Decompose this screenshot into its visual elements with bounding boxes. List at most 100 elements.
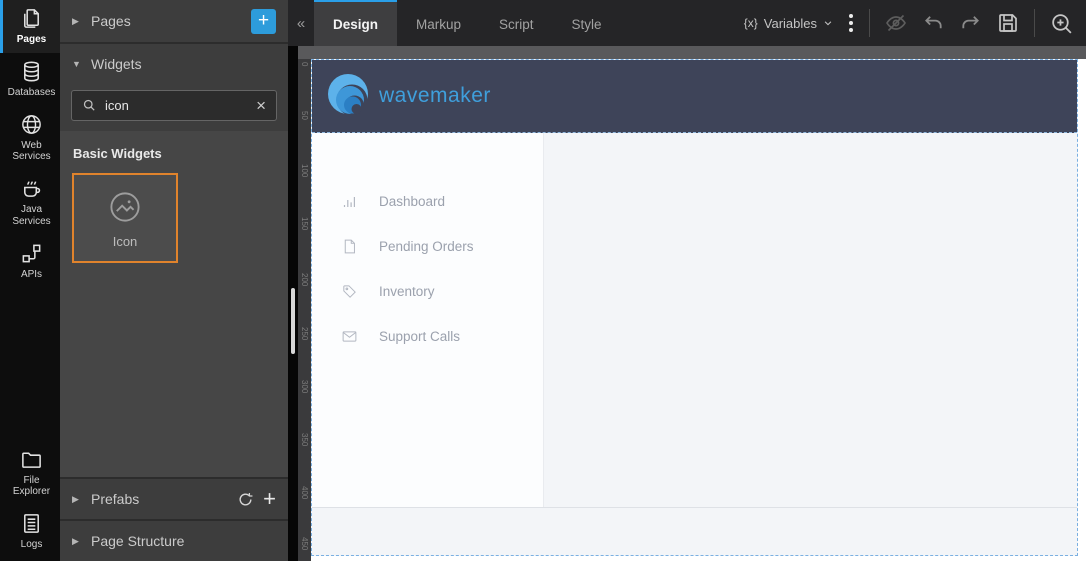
sidebar-item-pages[interactable]: Pages	[0, 0, 60, 53]
more-options-icon[interactable]	[847, 14, 855, 32]
tab-style[interactable]: Style	[553, 0, 621, 46]
tab-label: Style	[571, 16, 602, 32]
design-canvas[interactable]: wavemaker Dashboard Pending Orders Inven…	[311, 59, 1078, 556]
widget-search-box[interactable]: ×	[71, 90, 277, 121]
database-icon	[20, 60, 43, 83]
ruler-label: 50	[300, 111, 309, 120]
tab-label: Design	[333, 16, 379, 32]
collapse-panel-icon[interactable]: «	[288, 0, 314, 46]
add-prefab-button[interactable]: +	[263, 488, 276, 510]
ruler-label: 0	[300, 62, 309, 67]
toolbar-right-group: {x} Variables	[744, 0, 1086, 46]
ruler-label: 450	[300, 537, 309, 551]
undo-icon[interactable]	[922, 12, 945, 35]
app-content-area[interactable]	[544, 133, 1077, 507]
app-footer-widget[interactable]	[312, 507, 1077, 555]
sidebar-item-file-explorer[interactable]: File Explorer	[0, 441, 60, 506]
nav-item-support-calls[interactable]: Support Calls	[312, 314, 543, 359]
caret-right-icon: ▶	[72, 493, 79, 504]
pages-section-header[interactable]: ▶ Pages +	[60, 0, 288, 44]
top-toolbar: « Design Markup Script Style {x} Variabl…	[288, 0, 1086, 46]
sidebar-item-label: Pages	[16, 34, 47, 45]
search-icon	[82, 98, 97, 113]
widgets-section-label: Widgets	[91, 56, 142, 72]
ruler-label: 350	[300, 433, 309, 447]
caret-right-icon: ▶	[72, 15, 79, 26]
sidebar-item-label: File Explorer	[12, 474, 51, 498]
nav-item-label: Inventory	[379, 284, 435, 299]
toolbar-divider	[869, 9, 870, 37]
image-placeholder-icon	[106, 188, 144, 226]
add-page-button[interactable]: +	[251, 8, 276, 34]
prefabs-section-header[interactable]: ▶ Prefabs +	[60, 477, 288, 519]
refresh-icon[interactable]	[237, 491, 254, 508]
ruler-label: 400	[300, 486, 309, 500]
sidebar-item-label: Databases	[7, 86, 56, 98]
coffee-cup-icon	[20, 177, 43, 200]
tab-markup[interactable]: Markup	[397, 0, 480, 46]
panel-scrollbar[interactable]	[291, 288, 295, 354]
chevron-down-icon	[823, 18, 833, 28]
pages-icon	[20, 7, 43, 30]
nav-item-pending-orders[interactable]: Pending Orders	[312, 224, 543, 269]
zoom-in-icon[interactable]	[1049, 11, 1074, 36]
sidebar-item-label: APIs	[20, 268, 43, 280]
sidebar-item-logs[interactable]: Logs	[0, 505, 60, 561]
nav-item-dashboard[interactable]: Dashboard	[312, 179, 543, 224]
sidebar-item-java-services[interactable]: Java Services	[0, 170, 60, 235]
sidebar-item-web-services[interactable]: Web Services	[0, 106, 60, 171]
widget-search-input[interactable]	[105, 98, 249, 113]
activity-bar-spacer	[0, 288, 60, 441]
nav-item-label: Dashboard	[379, 194, 446, 209]
activity-bar: Pages Databases Web Services Java Servic…	[0, 0, 60, 561]
ruler-label: 200	[300, 273, 309, 287]
widget-card-label: Icon	[112, 233, 138, 249]
widget-list-area: Basic Widgets Icon	[60, 131, 288, 477]
page-structure-section-header[interactable]: ▶ Page Structure	[60, 519, 288, 561]
widget-search-area: ×	[60, 84, 288, 131]
redo-icon[interactable]	[959, 12, 982, 35]
file-icon	[341, 238, 358, 255]
prefabs-section-label: Prefabs	[91, 491, 140, 507]
sidebar-item-apis[interactable]: APIs	[0, 235, 60, 288]
brand-name: wavemaker	[379, 84, 491, 107]
app-left-nav: Dashboard Pending Orders Inventory Suppo…	[312, 133, 544, 507]
nav-item-inventory[interactable]: Inventory	[312, 269, 543, 314]
sidebar-item-databases[interactable]: Databases	[0, 53, 60, 106]
logs-icon	[20, 512, 43, 535]
sidebar-item-label: Logs	[20, 539, 43, 551]
widgets-section-header[interactable]: ▼ Widgets	[60, 44, 288, 84]
ruler-label: 250	[300, 327, 309, 341]
ruler-label: 300	[300, 380, 309, 394]
page-structure-section-label: Page Structure	[91, 533, 185, 549]
preview-hidden-icon[interactable]	[884, 11, 908, 35]
widgets-panel: ▶ Pages + ▼ Widgets × Basic Widgets Icon…	[60, 0, 288, 561]
clear-search-icon[interactable]: ×	[256, 97, 266, 114]
save-icon[interactable]	[996, 11, 1020, 35]
mail-icon	[341, 328, 358, 345]
nav-item-label: Pending Orders	[379, 239, 474, 254]
variables-dropdown[interactable]: {x} Variables	[744, 16, 833, 31]
ruler-label: 100	[300, 164, 309, 178]
pages-section-label: Pages	[91, 13, 131, 29]
wavemaker-logo-icon	[325, 72, 373, 120]
panel-edge-strip	[288, 46, 298, 561]
toolbar-divider	[1034, 9, 1035, 37]
tab-design[interactable]: Design	[314, 0, 398, 46]
widget-card-icon[interactable]: Icon	[72, 173, 178, 263]
sidebar-item-label: Java Services	[12, 204, 51, 227]
horizontal-ruler	[298, 46, 1086, 59]
vertical-ruler: 0 50 100 150 200 250 300 350 400 450	[298, 59, 311, 561]
tag-icon	[341, 283, 358, 300]
apis-icon	[20, 242, 43, 265]
app-header-widget[interactable]: wavemaker	[312, 60, 1077, 133]
tab-script[interactable]: Script	[480, 0, 553, 46]
basic-widgets-title: Basic Widgets	[73, 146, 162, 161]
bar-chart-icon	[341, 193, 358, 210]
tab-label: Script	[499, 16, 534, 32]
tab-label: Markup	[416, 16, 462, 32]
app-body: Dashboard Pending Orders Inventory Suppo…	[312, 133, 1077, 507]
ruler-label: 150	[300, 217, 309, 231]
caret-right-icon: ▶	[72, 535, 79, 546]
